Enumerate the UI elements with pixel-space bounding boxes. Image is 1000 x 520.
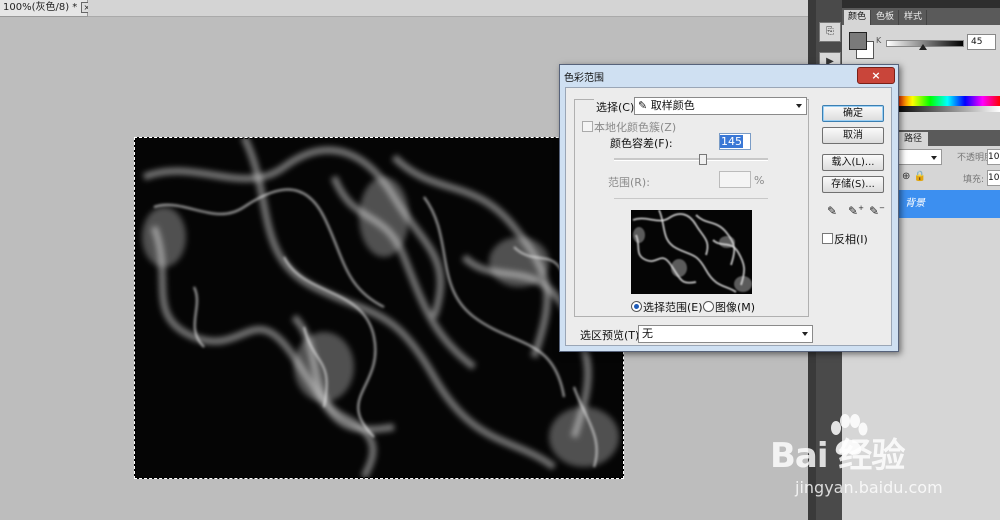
selection-marquee	[134, 137, 624, 479]
image-radio-label: 图像(M)	[715, 301, 756, 314]
foreground-color-swatch[interactable]	[849, 32, 867, 50]
select-dropdown[interactable]: ✎ 取样颜色	[634, 97, 807, 115]
tab-color[interactable]: 颜色	[844, 10, 872, 25]
document-tab-label: 100%(灰色/8) *	[3, 2, 78, 13]
chevron-down-icon	[796, 104, 802, 108]
fuzziness-field[interactable]: 145	[719, 133, 751, 150]
fuzziness-label: 颜色容差(F):	[610, 137, 673, 150]
slider-thumb[interactable]	[919, 44, 927, 50]
channel-value-field[interactable]: 45	[967, 34, 996, 50]
panel-header-bar	[842, 0, 1000, 8]
localized-clusters-checkbox[interactable]	[582, 121, 593, 132]
fill-label: 填充:	[963, 175, 985, 185]
invert-label: 反相(I)	[834, 233, 868, 246]
range-label: 范围(R):	[608, 176, 650, 189]
gray-ramp[interactable]	[895, 106, 1000, 112]
fuzziness-slider-thumb[interactable]	[698, 154, 707, 165]
fill-field[interactable]: 100	[987, 170, 1000, 186]
fuzziness-slider[interactable]	[614, 158, 768, 161]
eyedropper-icon[interactable]: ✎	[827, 204, 837, 218]
chevron-down-icon	[802, 332, 808, 336]
opacity-field[interactable]: 100	[987, 149, 1000, 165]
selection-preview[interactable]	[631, 210, 752, 294]
range-slider[interactable]	[614, 198, 768, 199]
tab-swatches[interactable]: 色板	[872, 10, 900, 25]
range-percent: %	[754, 174, 765, 187]
ok-button[interactable]: 确定	[822, 105, 884, 122]
fuzziness-value: 145	[720, 135, 743, 148]
localized-clusters-label: 本地化颜色簇(Z)	[594, 121, 677, 134]
range-field[interactable]	[719, 171, 751, 188]
blend-mode-select[interactable]	[898, 149, 942, 165]
save-button[interactable]: 存储(S)...	[822, 176, 884, 193]
selection-preview-label: 选区预览(T):	[580, 329, 644, 342]
selection-preview-value: 无	[642, 327, 653, 340]
preview-image	[632, 210, 752, 293]
eyedropper-icon: ✎	[638, 99, 648, 112]
lock-icon[interactable]: ⊕ 🔒	[902, 171, 926, 182]
selection-preview-dropdown[interactable]: 无	[638, 325, 813, 343]
selection-radio-label: 选择范围(E)	[643, 301, 703, 314]
layer-row-background[interactable]: 背景	[895, 190, 1000, 218]
color-panel-tabs: 颜色 色板 样式	[842, 8, 1000, 25]
watermark-url: jingyan.baidu.com	[795, 478, 943, 497]
history-icon[interactable]: ⎘	[819, 22, 841, 42]
load-button[interactable]: 载入(L)...	[822, 154, 884, 171]
cancel-button[interactable]: 取消	[822, 127, 884, 144]
dialog-close-button[interactable]: ×	[857, 67, 895, 84]
channel-label: K	[876, 36, 882, 45]
document-tab[interactable]: 100%(灰色/8) * ×	[0, 0, 93, 17]
tab-styles[interactable]: 样式	[900, 10, 928, 25]
paw-icon	[828, 414, 868, 461]
tab-paths[interactable]: 路径	[898, 132, 929, 146]
color-spectrum[interactable]	[895, 96, 1000, 106]
image-radio[interactable]	[703, 301, 714, 312]
selection-radio[interactable]	[631, 301, 642, 312]
dialog-title: 色彩范围	[564, 73, 604, 84]
eyedropper-plus-icon[interactable]: ✎+	[848, 204, 864, 218]
invert-checkbox[interactable]	[822, 233, 833, 244]
select-value: 取样颜色	[650, 99, 695, 112]
eyedropper-minus-icon[interactable]: ✎−	[869, 204, 885, 218]
tab-strip	[88, 0, 808, 17]
